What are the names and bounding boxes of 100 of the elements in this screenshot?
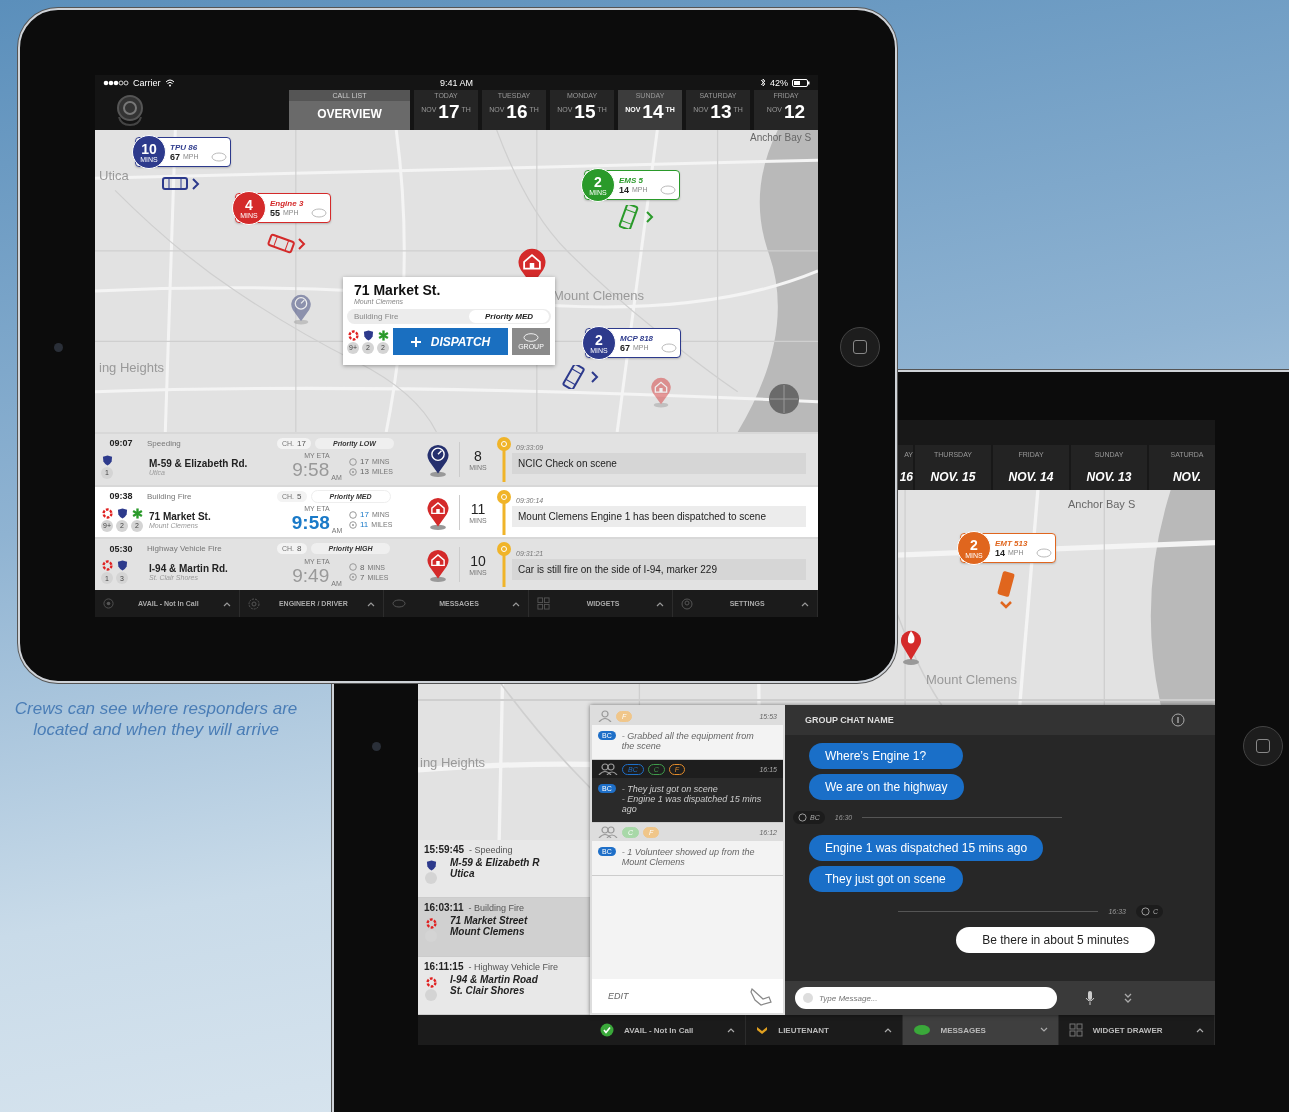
miles-value: 13 (360, 467, 369, 477)
call-time: 09:38 (108, 491, 134, 501)
unit-name: EMS 5 (619, 175, 644, 185)
gear-icon (247, 597, 260, 610)
microphone-icon[interactable] (1085, 990, 1095, 1006)
day-number: 16 (506, 101, 528, 123)
chat-bubble-icon[interactable] (660, 184, 676, 195)
eta-minutes: 4 (245, 197, 253, 212)
chat-bubble-icon (912, 1024, 931, 1036)
clock-icon (349, 563, 357, 572)
incident-type: Building Fire (354, 312, 399, 321)
toolbar-tab[interactable]: AVAIL - Not In Call (590, 1015, 747, 1045)
lifebuoy-icon (425, 918, 437, 930)
message-bubble: They just got on scene (809, 866, 963, 892)
map-place-label: Anchor Bay S (750, 132, 812, 143)
call-type: Highway Vehicle Fire (147, 544, 223, 554)
unit-name: TPU 86 (170, 142, 199, 152)
channel-number: 8 (297, 544, 302, 554)
call-type: - Speeding (469, 845, 513, 855)
lifebuoy-icon (101, 560, 113, 572)
status-time: 9:41 AM (440, 77, 473, 88)
day-number: 14 (642, 101, 664, 123)
caret-icon (367, 600, 376, 607)
home-button[interactable] (1243, 726, 1283, 766)
elapsed-minutes: 10 (470, 553, 486, 570)
unit-speed: 67 (170, 151, 180, 162)
vehicle-icon (560, 365, 600, 389)
signal-icon (103, 79, 129, 86)
vehicle-icon (996, 570, 1016, 610)
clock-icon (349, 457, 357, 466)
chat-bubble-icon[interactable] (661, 342, 677, 353)
clock-icon (349, 510, 357, 519)
home-button[interactable] (840, 327, 880, 367)
channel-number: 5 (297, 491, 302, 501)
double-chevron-icon[interactable] (1123, 992, 1133, 1004)
note-text: Mount Clemens Engine 1 has been dispatched to scene (512, 506, 806, 527)
unit-speed: 14 (619, 184, 629, 195)
message-field[interactable]: Type Message... (795, 987, 1057, 1010)
caret-icon (656, 600, 665, 607)
lifebuoy-icon (101, 507, 113, 519)
caret-icon (511, 600, 520, 607)
caret-icon (1039, 1027, 1048, 1033)
caption-text: Crews can see where responders are located and when they will arrive (13, 698, 299, 740)
call-address: I-94 & Martin Rd. (149, 563, 229, 575)
incident-address: 71 Market St. (353, 282, 442, 298)
battery-percent: 42% (770, 77, 788, 88)
bluetooth-icon (760, 78, 766, 87)
chat-bubble-icon[interactable] (211, 151, 227, 162)
chat-bubble-icon (523, 333, 539, 342)
day-number: 15 (574, 101, 596, 123)
toolbar-tab[interactable]: MESSAGES (902, 1015, 1059, 1045)
shield-icon (116, 507, 128, 519)
toolbar-tab[interactable]: LIEUTENANT (746, 1015, 903, 1045)
thread-preview: - They just got on scene - Engine 1 was dispatched 15 mins ago (621, 784, 762, 814)
call-address: M-59 & Elizabeth R (450, 857, 540, 868)
date-label: NOV. (1172, 470, 1202, 484)
settings-icon (681, 597, 694, 610)
chat-title: GROUP CHAT NAME (805, 715, 894, 725)
unit-name: EMT 513 (995, 538, 1029, 548)
timeline-marker-icon (496, 541, 512, 590)
call-list-item[interactable]: 16:03:11 - Building Fire 71 Market Street Mount Clemens (418, 898, 590, 957)
thread-preview: - Grabbed all the equipment from the scene (621, 731, 755, 751)
hand-icon[interactable] (749, 986, 773, 1006)
message-bubble: We are on the highway (809, 774, 964, 800)
locate-button-icon[interactable] (768, 383, 800, 415)
dot-icon (803, 992, 813, 1003)
unit-speed: 14 (995, 547, 1005, 558)
call-time: 09:07 (108, 438, 134, 449)
day-number: 12 (784, 101, 806, 123)
tab-title: OVERVIEW (317, 107, 382, 121)
channel-number: 17 (297, 438, 306, 448)
caret-icon (727, 1027, 736, 1033)
chat-bubble-icon[interactable] (311, 207, 327, 218)
toolbar-label: MESSAGES (940, 1025, 987, 1035)
map-place-label: Utica (99, 168, 129, 183)
elapsed-minutes: 11 (470, 500, 486, 517)
timeline-marker-icon (496, 488, 512, 537)
date-label: NOV. 14 (1008, 470, 1054, 484)
widgets-icon (1068, 1023, 1083, 1037)
eta-time: 9:49 (292, 564, 330, 587)
call-time: 05:30 (108, 543, 134, 554)
eta-minutes: 2 (594, 174, 602, 189)
day-number: 13 (710, 101, 732, 123)
date-label: 16 (899, 470, 913, 484)
elapsed-minutes: 8 (474, 447, 482, 464)
call-city: Utica (450, 868, 476, 879)
asterisk-icon (131, 507, 143, 519)
edit-button[interactable]: EDIT (608, 991, 629, 1001)
chevron-badge-icon (756, 1024, 769, 1036)
unit-speed: 67 (620, 342, 630, 353)
info-icon[interactable] (1171, 713, 1185, 727)
unit-name: Engine 3 (270, 198, 305, 208)
location-icon (349, 573, 357, 582)
toolbar-tab[interactable]: WIDGET DRAWER (1058, 1015, 1215, 1045)
call-type: Building Fire (147, 491, 193, 501)
eta-time: 9:58 (292, 459, 330, 482)
dispatch-button[interactable]: DISPATCH (393, 328, 508, 355)
chat-bubble-icon[interactable] (1036, 547, 1052, 558)
caret-icon (1196, 1027, 1204, 1033)
map-place-label: ing Heights (420, 755, 486, 770)
